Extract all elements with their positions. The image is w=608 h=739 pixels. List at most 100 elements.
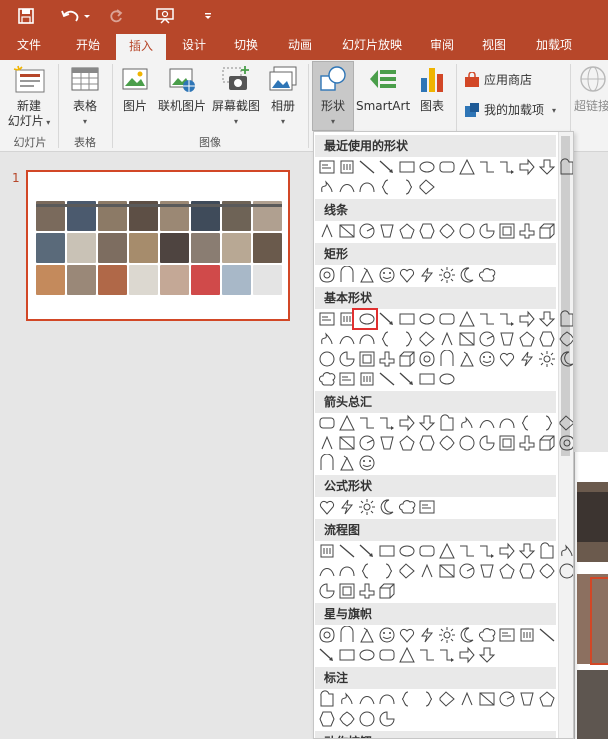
shape-item[interactable] — [538, 434, 556, 452]
shape-item[interactable] — [418, 310, 436, 328]
shape-item[interactable] — [338, 222, 356, 240]
shape-item[interactable] — [458, 562, 476, 580]
shape-item[interactable] — [358, 434, 376, 452]
shape-item[interactable] — [338, 330, 356, 348]
shape-item[interactable] — [358, 690, 376, 708]
shape-item[interactable] — [498, 350, 516, 368]
shape-item[interactable] — [338, 350, 356, 368]
shape-item[interactable] — [538, 542, 556, 560]
shape-item[interactable] — [438, 690, 456, 708]
customize-icon[interactable] — [200, 6, 216, 26]
shape-item[interactable] — [498, 158, 516, 176]
shape-item[interactable] — [398, 542, 416, 560]
slide-thumbnail[interactable] — [26, 170, 290, 321]
shape-item[interactable] — [438, 562, 456, 580]
present-icon[interactable] — [154, 6, 176, 26]
shape-item[interactable] — [498, 626, 516, 644]
shape-item[interactable] — [318, 158, 336, 176]
shape-item[interactable] — [358, 370, 376, 388]
tab-slideshow[interactable]: 幻灯片放映 — [332, 32, 412, 60]
shape-item[interactable] — [518, 222, 536, 240]
shape-item[interactable] — [478, 626, 496, 644]
shape-item[interactable] — [518, 414, 536, 432]
shape-item[interactable] — [378, 178, 396, 196]
shape-item[interactable] — [438, 350, 456, 368]
shape-item[interactable] — [438, 158, 456, 176]
shape-item[interactable] — [458, 222, 476, 240]
shape-item[interactable] — [318, 222, 336, 240]
shape-item[interactable] — [358, 266, 376, 284]
shape-item[interactable] — [478, 350, 496, 368]
shape-item[interactable] — [378, 222, 396, 240]
tab-insert[interactable]: 插入 — [116, 34, 166, 60]
shape-item[interactable] — [418, 646, 436, 664]
shape-item[interactable] — [518, 626, 536, 644]
picture-button[interactable]: 图片 — [116, 64, 154, 114]
redo-icon[interactable] — [106, 6, 126, 26]
save-icon[interactable] — [14, 6, 38, 26]
shape-item[interactable] — [358, 350, 376, 368]
shape-item[interactable] — [478, 310, 496, 328]
shape-item[interactable] — [498, 434, 516, 452]
shape-item[interactable] — [478, 434, 496, 452]
shape-item[interactable] — [398, 266, 416, 284]
shape-item[interactable] — [438, 330, 456, 348]
shape-item[interactable] — [558, 414, 573, 432]
office-store-button[interactable]: 应用商店 — [464, 71, 568, 88]
shape-item[interactable] — [398, 414, 416, 432]
shape-item[interactable] — [558, 158, 573, 176]
shape-item[interactable] — [518, 350, 536, 368]
online-picture-button[interactable]: 联机图片 — [156, 64, 208, 114]
shape-item[interactable] — [378, 414, 396, 432]
shape-item[interactable] — [438, 222, 456, 240]
shape-item[interactable] — [358, 562, 376, 580]
shape-item[interactable] — [378, 646, 396, 664]
shape-item[interactable] — [538, 626, 556, 644]
shape-item[interactable] — [358, 414, 376, 432]
shape-item[interactable] — [458, 690, 476, 708]
shape-item[interactable] — [458, 158, 476, 176]
shape-item[interactable] — [378, 350, 396, 368]
shape-item[interactable] — [358, 158, 376, 176]
shape-item[interactable] — [318, 710, 336, 728]
shape-item[interactable] — [558, 330, 573, 348]
tab-transitions[interactable]: 切换 — [224, 32, 268, 60]
shape-item[interactable] — [338, 626, 356, 644]
shape-item[interactable] — [338, 646, 356, 664]
shape-item[interactable] — [518, 330, 536, 348]
shape-item[interactable] — [498, 562, 516, 580]
shape-item[interactable] — [338, 542, 356, 560]
shape-item[interactable] — [338, 710, 356, 728]
shape-item[interactable] — [338, 414, 356, 432]
shape-item[interactable] — [358, 222, 376, 240]
tab-home[interactable]: 开始 — [66, 32, 110, 60]
shape-item[interactable] — [478, 222, 496, 240]
shape-item[interactable] — [538, 414, 556, 432]
shape-item[interactable] — [478, 542, 496, 560]
shape-item[interactable] — [398, 434, 416, 452]
shape-item[interactable] — [478, 266, 496, 284]
shape-item[interactable] — [338, 434, 356, 452]
shape-item[interactable] — [358, 582, 376, 600]
shape-item[interactable] — [398, 370, 416, 388]
shape-item[interactable] — [558, 434, 573, 452]
shape-item[interactable] — [418, 434, 436, 452]
shape-item[interactable] — [318, 562, 336, 580]
shape-item[interactable] — [378, 690, 396, 708]
shape-item[interactable] — [458, 542, 476, 560]
shape-item[interactable] — [458, 626, 476, 644]
shape-item[interactable] — [398, 498, 416, 516]
shape-item[interactable] — [358, 710, 376, 728]
shape-item[interactable] — [398, 330, 416, 348]
tab-addins[interactable]: 加载项 — [526, 32, 582, 60]
shape-item[interactable] — [518, 562, 536, 580]
shape-item[interactable] — [318, 498, 336, 516]
shape-item[interactable] — [458, 646, 476, 664]
shape-item[interactable] — [358, 542, 376, 560]
shape-item[interactable] — [358, 454, 376, 472]
shape-item[interactable] — [498, 330, 516, 348]
shape-item[interactable] — [318, 330, 336, 348]
shape-item[interactable] — [418, 178, 436, 196]
shape-item[interactable] — [438, 646, 456, 664]
shape-item[interactable] — [558, 542, 573, 560]
